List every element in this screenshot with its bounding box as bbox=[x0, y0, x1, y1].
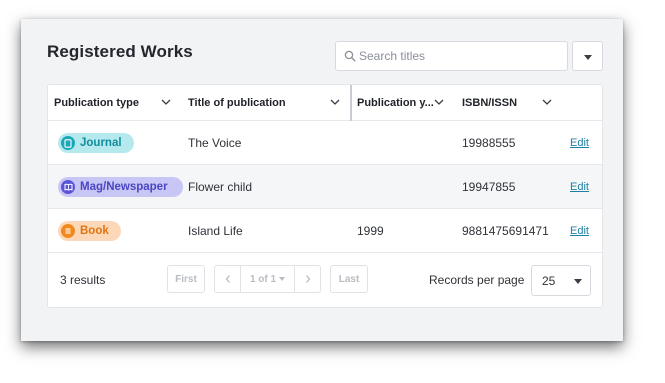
filter-dropdown-button[interactable] bbox=[572, 41, 603, 71]
publication-type-badge: Book bbox=[58, 221, 121, 241]
isbn-cell: 19988555 bbox=[462, 136, 516, 150]
badge-label: Journal bbox=[80, 137, 122, 149]
registered-works-panel: Registered Works Search titles Publicati… bbox=[21, 19, 623, 341]
column-header-label: ISBN/ISSN bbox=[462, 97, 518, 109]
chevron-left-icon bbox=[225, 275, 230, 283]
records-per-page-label: Records per page bbox=[429, 273, 525, 287]
book-open-icon bbox=[61, 180, 75, 194]
chevron-down-icon bbox=[160, 97, 172, 107]
isbn-cell: 19947855 bbox=[462, 180, 516, 194]
first-page-button[interactable]: First bbox=[167, 265, 205, 293]
column-header-publication-type[interactable]: Publication type bbox=[54, 85, 174, 121]
chevron-right-icon bbox=[305, 275, 310, 283]
last-page-button[interactable]: Last bbox=[330, 265, 368, 293]
badge-label: Mag/Newspaper bbox=[80, 181, 168, 193]
page-indicator: 1 of 1 bbox=[249, 273, 277, 285]
table-header: Publication type Title of publication Pu… bbox=[48, 85, 602, 121]
next-page-button[interactable] bbox=[294, 266, 320, 292]
publication-type-badge: Mag/Newspaper bbox=[58, 177, 183, 197]
badge-label: Book bbox=[80, 225, 109, 237]
edit-link[interactable]: Edit bbox=[570, 225, 589, 237]
works-table-card: Publication type Title of publication Pu… bbox=[47, 84, 603, 308]
caret-down-icon bbox=[279, 277, 286, 281]
column-header-title[interactable]: Title of publication bbox=[188, 85, 348, 121]
table-footer: 3 results First 1 of 1 Last Records per … bbox=[48, 253, 602, 309]
records-per-page-select[interactable]: 25 bbox=[531, 265, 591, 296]
column-header-publication-year[interactable]: Publication y... bbox=[357, 85, 457, 121]
records-per-page-value: 25 bbox=[542, 274, 556, 288]
isbn-cell: 9881475691471 bbox=[462, 224, 549, 238]
prev-page-button[interactable] bbox=[215, 266, 241, 292]
chevron-down-icon bbox=[541, 97, 553, 107]
column-header-label: Publication y... bbox=[357, 97, 434, 109]
chevron-down-icon bbox=[433, 97, 445, 107]
year-cell: 1999 bbox=[357, 224, 384, 238]
book-icon bbox=[61, 224, 75, 238]
publication-type-badge: Journal bbox=[58, 133, 134, 153]
table-row: Journal The Voice 19988555 Edit bbox=[48, 121, 602, 165]
column-header-label: Title of publication bbox=[188, 97, 286, 109]
chevron-down-icon bbox=[329, 97, 341, 107]
column-resize-handle[interactable] bbox=[350, 85, 352, 121]
search-icon bbox=[344, 50, 356, 62]
column-header-isbn[interactable]: ISBN/ISSN bbox=[462, 85, 562, 121]
search-placeholder: Search titles bbox=[359, 49, 426, 63]
title-cell: Flower child bbox=[188, 180, 253, 194]
title-cell: The Voice bbox=[188, 136, 242, 150]
column-header-label: Publication type bbox=[54, 97, 139, 109]
title-cell: Island Life bbox=[188, 224, 243, 238]
results-count: 3 results bbox=[60, 273, 106, 287]
edit-link[interactable]: Edit bbox=[570, 137, 589, 149]
page-navigator: 1 of 1 bbox=[214, 265, 321, 293]
page-selector[interactable]: 1 of 1 bbox=[241, 266, 294, 292]
table-row: Mag/Newspaper Flower child 19947855 Edit bbox=[48, 165, 602, 209]
edit-link[interactable]: Edit bbox=[570, 181, 589, 193]
search-input[interactable]: Search titles bbox=[335, 41, 568, 71]
journal-icon bbox=[61, 136, 75, 150]
table-row: Book Island Life 1999 9881475691471 Edit bbox=[48, 209, 602, 253]
caret-down-icon bbox=[574, 279, 582, 284]
page-title: Registered Works bbox=[47, 42, 193, 61]
chevron-down-icon bbox=[584, 55, 592, 60]
